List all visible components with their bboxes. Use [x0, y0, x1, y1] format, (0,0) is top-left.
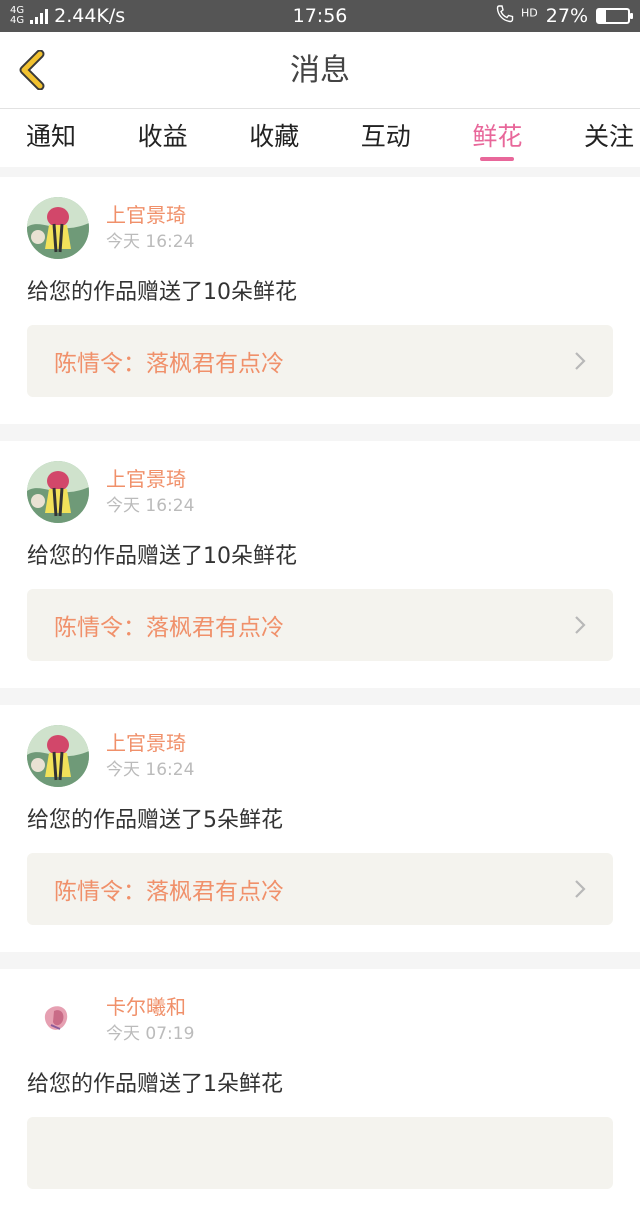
message-card: 上官景琦 今天 16:24 给您的作品赠送了10朵鲜花 陈情令：落枫君有点冷	[0, 441, 640, 688]
network-indicator: 4G 4G	[10, 6, 24, 26]
status-bar: 4G 4G 2.44K/s 17:56 HD 27%	[0, 0, 640, 32]
tab-label: 收藏	[249, 122, 300, 151]
chevron-right-icon	[575, 352, 586, 370]
battery-icon	[596, 8, 633, 24]
message-meta: 上官景琦 今天 16:24	[106, 465, 194, 519]
tab-favorites[interactable]: 收藏	[249, 109, 299, 167]
signal-icon	[30, 8, 49, 24]
work-title: 陈情令：落枫君有点冷	[54, 879, 284, 905]
network-speed: 2.44K/s	[54, 5, 126, 27]
hd-label: HD	[521, 6, 538, 20]
message-time: 今天 16:24	[106, 232, 195, 252]
sender-name[interactable]: 上官景琦	[106, 201, 194, 229]
message-card: 上官景琦 今天 16:24 给您的作品赠送了10朵鲜花 陈情令：落枫君有点冷	[0, 177, 640, 424]
work-link[interactable]: 陈情令：落枫君有点冷	[27, 325, 613, 397]
network-type-2: 4G	[10, 15, 25, 26]
battery-percent: 27%	[545, 5, 588, 27]
message-text: 给您的作品赠送了5朵鲜花	[27, 808, 283, 833]
message-time: 今天 16:24	[106, 760, 195, 780]
tab-label: 收益	[137, 122, 188, 151]
tab-label: 互动	[360, 122, 411, 151]
avatar[interactable]	[27, 725, 89, 787]
status-right: HD 27%	[495, 4, 633, 29]
tab-flowers[interactable]: 鲜花	[472, 109, 522, 167]
tab-follows[interactable]: 关注	[584, 109, 634, 167]
back-button[interactable]	[14, 49, 54, 91]
message-text: 给您的作品赠送了10朵鲜花	[27, 544, 297, 569]
page-title: 消息	[290, 53, 350, 88]
message-card: 上官景琦 今天 16:24 给您的作品赠送了5朵鲜花 陈情令：落枫君有点冷	[0, 705, 640, 952]
message-card: 卡尔曦和 今天 07:19 给您的作品赠送了1朵鲜花	[0, 969, 640, 1216]
avatar[interactable]	[27, 989, 89, 1051]
message-text: 给您的作品赠送了10朵鲜花	[27, 280, 297, 305]
avatar[interactable]	[27, 197, 89, 259]
message-time: 今天 16:24	[106, 496, 195, 516]
nav-bar: 消息	[0, 32, 640, 109]
call-icon: HD	[495, 4, 538, 29]
work-title: 陈情令：落枫君有点冷	[54, 615, 284, 641]
tab-indicator	[480, 157, 515, 161]
message-meta: 上官景琦 今天 16:24	[106, 729, 194, 783]
sender-name[interactable]: 上官景琦	[106, 465, 194, 493]
message-header: 上官景琦 今天 16:24	[27, 725, 613, 787]
message-meta: 卡尔曦和 今天 07:19	[106, 993, 194, 1047]
work-link[interactable]	[27, 1117, 613, 1189]
message-header: 上官景琦 今天 16:24	[27, 197, 613, 259]
tab-earnings[interactable]: 收益	[138, 109, 188, 167]
tab-label: 通知	[26, 122, 77, 151]
back-arrow-icon	[19, 49, 45, 91]
avatar[interactable]	[27, 461, 89, 523]
work-title: 陈情令：落枫君有点冷	[54, 351, 284, 377]
chevron-right-icon	[575, 880, 586, 898]
tab-bar: 通知 收益 收藏 互动 鲜花 关注	[0, 109, 640, 167]
status-left: 4G 4G 2.44K/s	[10, 5, 125, 27]
message-meta: 上官景琦 今天 16:24	[106, 201, 194, 255]
sender-name[interactable]: 上官景琦	[106, 729, 194, 757]
work-link[interactable]: 陈情令：落枫君有点冷	[27, 589, 613, 661]
message-header: 卡尔曦和 今天 07:19	[27, 989, 613, 1051]
message-text: 给您的作品赠送了1朵鲜花	[27, 1072, 283, 1097]
message-header: 上官景琦 今天 16:24	[27, 461, 613, 523]
work-link[interactable]: 陈情令：落枫君有点冷	[27, 853, 613, 925]
sender-name[interactable]: 卡尔曦和	[106, 993, 194, 1021]
tab-label: 关注	[583, 122, 634, 151]
tab-notifications[interactable]: 通知	[26, 109, 76, 167]
tab-interactions[interactable]: 互动	[361, 109, 411, 167]
message-time: 今天 07:19	[106, 1024, 195, 1044]
chevron-right-icon	[575, 616, 586, 634]
tab-label: 鲜花	[472, 122, 523, 151]
